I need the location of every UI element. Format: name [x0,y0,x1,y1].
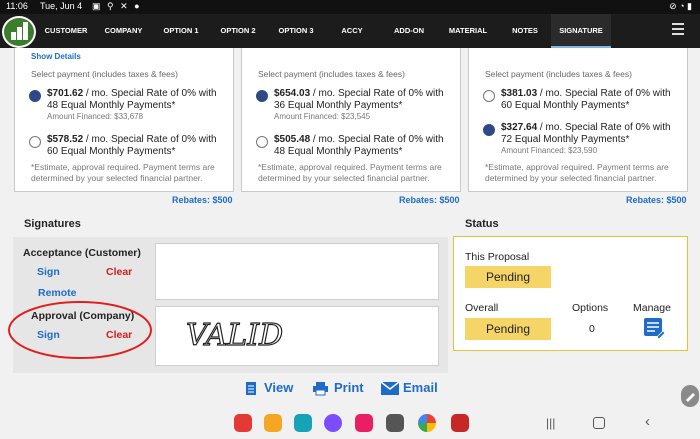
status-heading: Status [465,218,499,230]
payment-terms: / mo. Special Rate of 0% with [83,134,217,145]
system-status-bar: 11:06 Tue, Jun 4 ▣ ⚲ ✕ ● ⊘ ◔ ▮ [0,0,700,14]
radio-selected[interactable] [29,90,41,102]
select-payment-label: Select payment (includes taxes & fees) [485,69,632,79]
company-signature-pad[interactable]: VALID [155,306,439,366]
folder-app-icon[interactable] [264,414,282,432]
radio-unselected[interactable] [256,136,268,148]
date: Tue, Jun 4 [40,1,83,11]
tab-company[interactable]: COMPANY [96,14,151,48]
print-button[interactable] [312,381,329,401]
payment-count: 72 Equal Monthly Payments* [501,134,630,145]
email-label[interactable]: Email [403,380,438,395]
home-nav-icon[interactable] [593,417,605,429]
acceptance-label: Acceptance (Customer) [23,247,141,259]
overall-label: Overall [465,302,499,314]
envelope-icon [380,381,400,395]
calendar-app-icon[interactable] [294,414,312,432]
customer-signature-pad[interactable] [155,243,439,300]
customer-clear-button[interactable]: Clear [106,266,132,278]
financing-card-2: Select payment (includes taxes & fees) $… [241,48,461,192]
amount-financed: Amount Financed: $23,545 [274,112,371,121]
options-count: 0 [589,323,595,335]
notification-icons: ▣ ⚲ ✕ ● [92,1,142,11]
rebates-label-3: Rebates: $500 [626,195,687,205]
payment-terms: / mo. Special Rate of 0% with [310,134,444,145]
payment-price: $505.48 [274,134,311,145]
radio-selected[interactable] [256,90,268,102]
overall-status-badge: Pending [465,318,551,340]
customer-sign-button[interactable]: Sign [37,266,60,278]
messages-app-icon[interactable] [324,414,342,432]
rebates-label-2: Rebates: $500 [399,195,460,205]
tab-option-3[interactable]: OPTION 3 [270,14,322,48]
payment-count: 60 Equal Monthly Payments* [47,146,176,157]
top-navigation: CUSTOMER COMPANY OPTION 1 OPTION 2 OPTIO… [0,14,700,48]
show-details-link[interactable]: Show Details [31,52,81,61]
view-label[interactable]: View [264,380,293,395]
tab-signature[interactable]: SIGNATURE [551,14,611,48]
camera-app-icon[interactable] [355,414,373,432]
recents-nav-icon[interactable]: ||| [546,416,555,430]
handwritten-signature: VALID [185,317,283,353]
payment-price: $578.52 [47,134,84,145]
radio-unselected[interactable] [483,90,495,102]
radio-selected[interactable] [483,124,495,136]
app-icon-red[interactable] [234,414,252,432]
select-payment-label: Select payment (includes taxes & fees) [31,69,178,79]
tab-option-1[interactable]: OPTION 1 [155,14,207,48]
highlight-ellipse [8,301,152,359]
payment-price: $701.62 [47,88,84,99]
email-button[interactable] [380,381,400,400]
payment-count: 48 Equal Monthly Payments* [47,100,176,111]
payment-terms: / mo. Special Rate of 0% with [83,88,217,99]
payment-price: $381.03 [501,88,538,99]
svg-text:VALID: VALID [186,318,283,353]
radio-unselected[interactable] [29,136,41,148]
notification-app-icon[interactable] [451,414,469,432]
payment-price: $654.03 [274,88,311,99]
printer-icon [313,382,328,396]
tab-accy[interactable]: ACCY [330,14,374,48]
select-payment-label: Select payment (includes taxes & fees) [258,69,405,79]
payment-terms: / mo. Special Rate of 0% with [537,122,671,133]
financing-card-3: Select payment (includes taxes & fees) $… [468,48,688,192]
payment-price: $327.64 [501,122,538,133]
fine-print: *Estimate, approval required. Payment te… [258,162,442,183]
hamburger-menu-icon[interactable] [672,23,684,38]
print-label[interactable]: Print [334,380,364,395]
amount-financed: Amount Financed: $33,678 [47,112,144,121]
this-proposal-label: This Proposal [465,251,530,263]
document-icon [246,382,256,395]
this-proposal-status-badge: Pending [465,266,551,288]
view-button[interactable] [245,381,257,401]
manage-icon[interactable] [643,317,666,340]
fine-print: *Estimate, approval required. Payment te… [31,162,215,183]
payment-count: 48 Equal Monthly Payments* [274,146,403,157]
tab-notes[interactable]: NOTES [502,14,548,48]
signatures-heading: Signatures [24,218,81,230]
payment-count: 60 Equal Monthly Payments* [501,100,630,111]
financing-card-1: Show Details Select payment (includes ta… [14,48,234,192]
clock: 11:06 [6,1,28,11]
amount-financed: Amount Financed: $23,590 [501,146,598,155]
tab-option-2[interactable]: OPTION 2 [212,14,264,48]
manage-label: Manage [633,302,671,314]
app-logo[interactable] [2,16,36,48]
edit-floating-button[interactable] [681,385,699,407]
back-nav-icon[interactable]: ‹ [645,413,650,430]
system-icons: ⊘ ◔ ▮ [669,1,692,11]
payment-terms: / mo. Special Rate of 0% with [310,88,444,99]
fine-print: *Estimate, approval required. Payment te… [485,162,669,183]
app-drawer-icon[interactable] [386,414,404,432]
rebates-label-1: Rebates: $500 [172,195,233,205]
options-label: Options [572,302,609,314]
tab-add-on[interactable]: ADD-ON [385,14,433,48]
payment-count: 36 Equal Monthly Payments* [274,100,403,111]
photos-app-icon[interactable] [418,414,436,432]
payment-terms: / mo. Special Rate of 0% with [537,88,671,99]
tab-customer[interactable]: CUSTOMER [40,14,92,48]
tab-material[interactable]: MATERIAL [440,14,496,48]
